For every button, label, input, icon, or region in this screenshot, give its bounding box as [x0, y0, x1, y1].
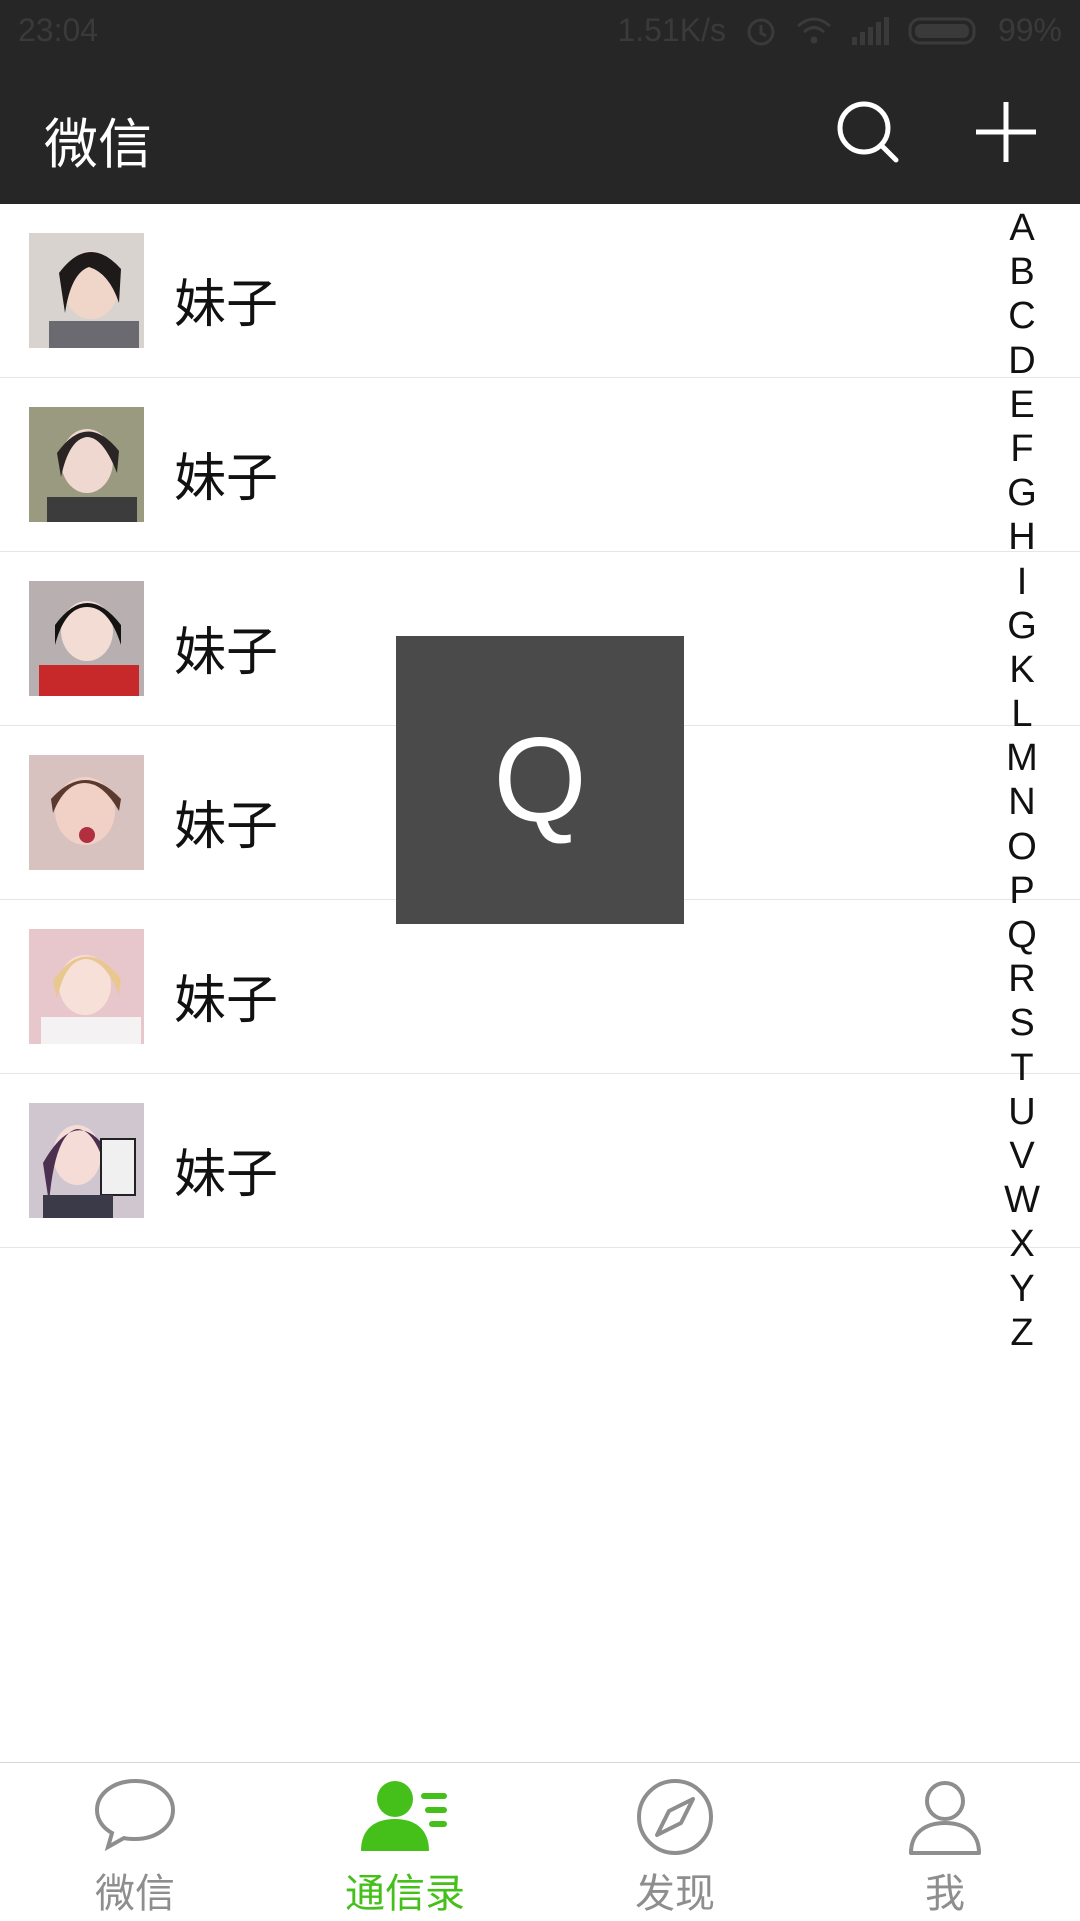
- contact-name: 妹子: [174, 971, 279, 1031]
- tab-discover[interactable]: 发现: [540, 1763, 810, 1921]
- alarm-icon: [744, 14, 778, 48]
- index-letter[interactable]: Z: [1010, 1311, 1033, 1355]
- index-letter[interactable]: F: [1010, 427, 1033, 471]
- index-letter[interactable]: K: [1009, 648, 1034, 692]
- index-letter[interactable]: S: [1009, 1001, 1034, 1045]
- avatar: [29, 233, 144, 348]
- contact-row[interactable]: 妹子: [0, 204, 1080, 378]
- header-bar: 微信: [0, 60, 1080, 204]
- index-letter[interactable]: W: [1004, 1178, 1040, 1222]
- contact-name: 妹子: [174, 449, 279, 509]
- contact-name: 妹子: [174, 275, 279, 335]
- index-letter[interactable]: U: [1008, 1090, 1035, 1134]
- signal-icon: [850, 16, 890, 45]
- index-overlay: Q: [396, 636, 684, 924]
- index-letter[interactable]: I: [1017, 560, 1028, 604]
- index-letter[interactable]: V: [1009, 1134, 1034, 1178]
- index-letter[interactable]: H: [1008, 515, 1035, 559]
- status-bar: 23:04 1.51K/s 99%: [0, 0, 1080, 60]
- contact-name: 妹子: [174, 797, 279, 857]
- tab-label: 微信: [95, 1871, 175, 1917]
- avatar: [29, 755, 144, 870]
- plus-icon: [976, 102, 1036, 162]
- index-letter[interactable]: B: [1009, 250, 1034, 294]
- index-letter[interactable]: M: [1006, 736, 1038, 780]
- avatar: [29, 581, 144, 696]
- index-letter[interactable]: O: [1007, 825, 1037, 869]
- index-letter[interactable]: R: [1008, 957, 1035, 1001]
- status-time: 23:04: [18, 12, 99, 48]
- avatar: [29, 929, 144, 1044]
- index-letter[interactable]: Y: [1009, 1267, 1034, 1311]
- index-letter[interactable]: T: [1010, 1046, 1033, 1090]
- index-letter[interactable]: D: [1008, 339, 1035, 383]
- index-letter[interactable]: C: [1008, 294, 1035, 338]
- net-speed: 1.51K/s: [617, 12, 726, 48]
- bottom-tab-bar: 微信 通信录 发现 我: [0, 1762, 1080, 1921]
- search-icon: [837, 101, 899, 163]
- index-letter[interactable]: P: [1009, 869, 1034, 913]
- person-icon: [909, 1781, 981, 1855]
- overlay-letter: Q: [493, 713, 587, 847]
- index-letter[interactable]: N: [1008, 780, 1035, 824]
- tab-label: 我: [925, 1871, 965, 1917]
- index-letter[interactable]: G: [1007, 604, 1037, 648]
- page-title: 微信: [44, 113, 152, 176]
- index-letter[interactable]: X: [1009, 1222, 1034, 1266]
- contact-row[interactable]: 妹子: [0, 378, 1080, 552]
- tab-me[interactable]: 我: [810, 1763, 1080, 1921]
- contacts-icon: [361, 1781, 447, 1851]
- tab-chats[interactable]: 微信: [0, 1763, 270, 1921]
- chat-bubble-icon: [94, 1778, 176, 1852]
- avatar: [29, 1103, 144, 1218]
- battery-icon: [908, 16, 980, 46]
- search-button[interactable]: [832, 96, 904, 168]
- tab-label: 发现: [635, 1871, 715, 1917]
- compass-icon: [637, 1779, 713, 1855]
- index-letter[interactable]: E: [1009, 383, 1034, 427]
- index-letter[interactable]: A: [1009, 206, 1034, 250]
- tab-contacts[interactable]: 通信录: [270, 1763, 540, 1921]
- index-letter[interactable]: Q: [1007, 913, 1037, 957]
- avatar: [29, 407, 144, 522]
- status-indicators: 1.51K/s 99%: [617, 12, 1062, 49]
- add-button[interactable]: [970, 96, 1042, 168]
- contact-row[interactable]: 妹子: [0, 900, 1080, 1074]
- contact-name: 妹子: [174, 1145, 279, 1205]
- wifi-icon: [796, 16, 832, 46]
- alphabet-index[interactable]: A B C D E F G H I G K L M N O P Q R S T …: [1000, 206, 1044, 1355]
- contact-row[interactable]: 妹子: [0, 1074, 1080, 1248]
- index-letter[interactable]: G: [1007, 471, 1037, 515]
- tab-label: 通信录: [345, 1871, 465, 1917]
- battery-percent: 99%: [997, 12, 1062, 48]
- contact-name: 妹子: [174, 623, 279, 683]
- index-letter[interactable]: L: [1011, 692, 1032, 736]
